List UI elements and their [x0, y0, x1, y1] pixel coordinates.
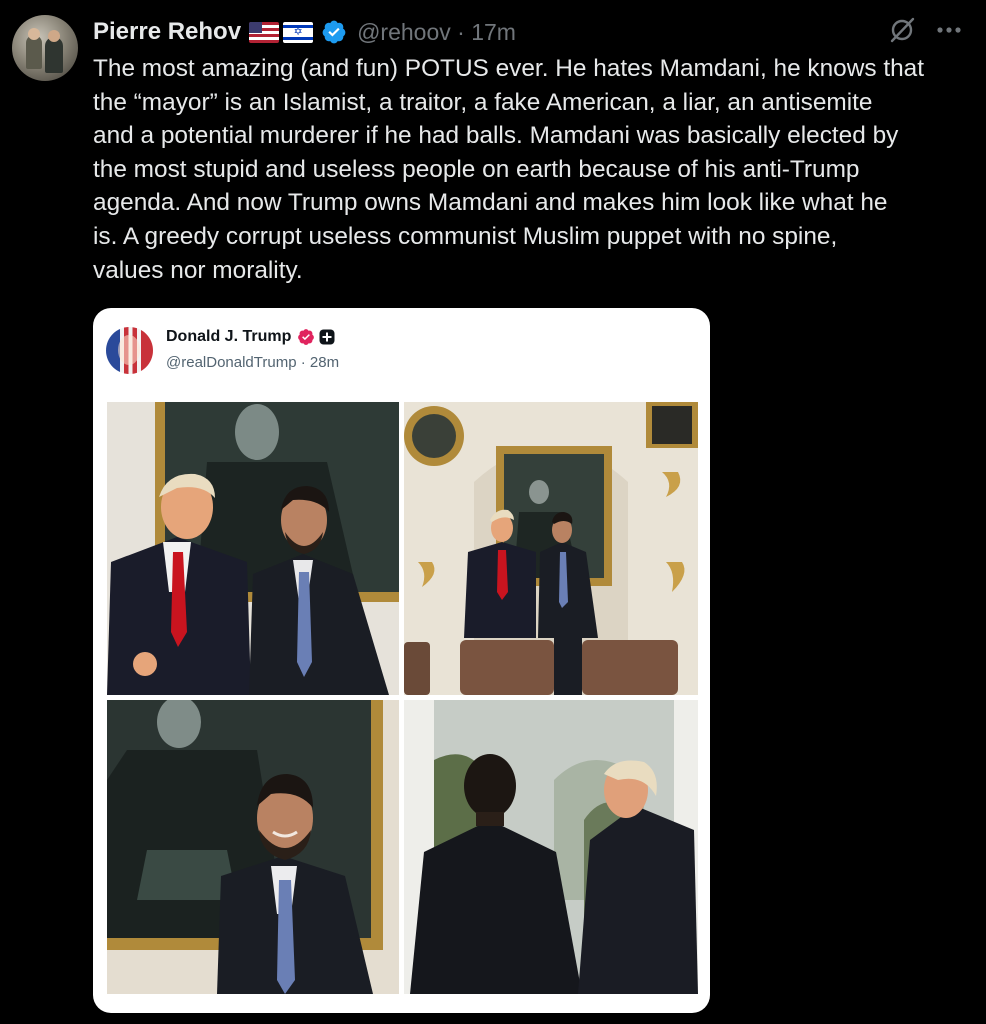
grok-icon[interactable]: [888, 16, 916, 44]
tweet-time: 17m: [471, 18, 516, 45]
photo-window-from-behind[interactable]: [404, 700, 698, 994]
photo-trump-mamdani-portrait[interactable]: [107, 402, 399, 695]
tweet[interactable]: Pierre Rehov ✡ @rehoov · 17m The most am…: [0, 0, 986, 1024]
plus-badge-icon: [319, 329, 335, 345]
tweet-actions: [888, 16, 962, 44]
verified-badge-icon: [322, 20, 346, 44]
author-handle[interactable]: @rehoov · 17m: [357, 19, 516, 46]
truth-verified-badge-icon: [298, 329, 315, 345]
author-name[interactable]: Pierre Rehov: [93, 18, 241, 46]
photo-mamdani-portrait[interactable]: [107, 700, 399, 994]
israel-flag-icon: ✡: [283, 21, 314, 43]
photo-oval-office-wide[interactable]: [404, 402, 698, 695]
tweet-header: Pierre Rehov ✡ @rehoov · 17m: [93, 16, 516, 48]
embedded-author-name: Donald J. Trump: [166, 328, 335, 346]
tweet-text: The most amazing (and fun) POTUS ever. H…: [93, 55, 925, 284]
embedded-screenshot[interactable]: Donald J. Trump @realDonaldTrump · 28m: [93, 308, 710, 1013]
author-avatar[interactable]: [12, 15, 78, 81]
more-icon[interactable]: [936, 26, 962, 34]
embedded-handle: @realDonaldTrump · 28m: [166, 354, 340, 371]
us-flag-icon: [249, 21, 280, 43]
embedded-author-avatar: [106, 327, 153, 374]
